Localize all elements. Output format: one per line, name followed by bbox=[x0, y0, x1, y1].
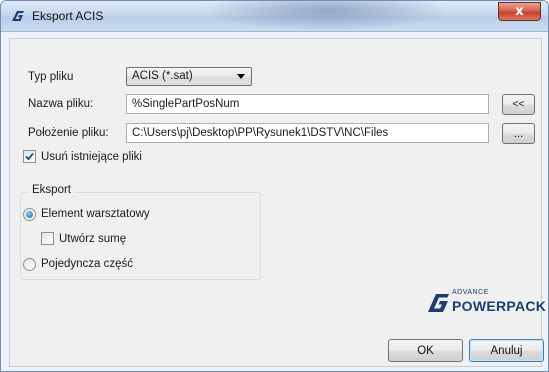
location-label: Położenie pliku: bbox=[28, 127, 109, 139]
app-logo-icon bbox=[12, 11, 24, 21]
single-part-label: Pojedyncza część bbox=[41, 258, 134, 270]
file-name-label: Nazwa pliku: bbox=[28, 98, 94, 110]
checkmark-icon bbox=[25, 152, 34, 161]
chevron-down-icon bbox=[237, 74, 245, 79]
ok-button[interactable]: OK bbox=[388, 339, 463, 362]
export-group-title: Eksport bbox=[29, 184, 74, 196]
browse-button[interactable]: ... bbox=[502, 123, 535, 144]
export-acis-dialog: Eksport ACIS x Typ pliku ACIS (*.sat) Na… bbox=[0, 0, 549, 372]
delete-existing-label: Usuń istniejące pliki bbox=[41, 151, 142, 163]
create-sum-label: Utwórz sumę bbox=[59, 233, 127, 245]
create-sum-checkbox[interactable] bbox=[41, 232, 54, 245]
file-name-input[interactable]: %SinglePartPosNum bbox=[126, 94, 489, 114]
location-input[interactable]: C:\Users\pj\Desktop\PP\Rysunek1\DSTV\NC\… bbox=[126, 123, 489, 143]
brand-name: POWERPACK bbox=[452, 298, 547, 314]
file-type-select[interactable]: ACIS (*.sat) bbox=[126, 67, 252, 86]
workshop-element-label: Element warsztatowy bbox=[41, 208, 150, 220]
title-bar[interactable]: Eksport ACIS x bbox=[1, 1, 548, 32]
single-part-radio[interactable] bbox=[23, 258, 36, 271]
cancel-button[interactable]: Anuluj bbox=[469, 339, 544, 362]
file-type-label: Typ pliku bbox=[28, 71, 74, 83]
insert-variable-button[interactable]: << bbox=[502, 94, 535, 115]
window-title: Eksport ACIS bbox=[32, 9, 104, 23]
delete-existing-checkbox[interactable] bbox=[23, 150, 36, 163]
brand-small-text: ADVANCE bbox=[452, 289, 489, 296]
file-type-value: ACIS (*.sat) bbox=[132, 70, 193, 82]
workshop-element-radio[interactable] bbox=[23, 208, 36, 221]
close-button[interactable]: x bbox=[498, 2, 541, 21]
